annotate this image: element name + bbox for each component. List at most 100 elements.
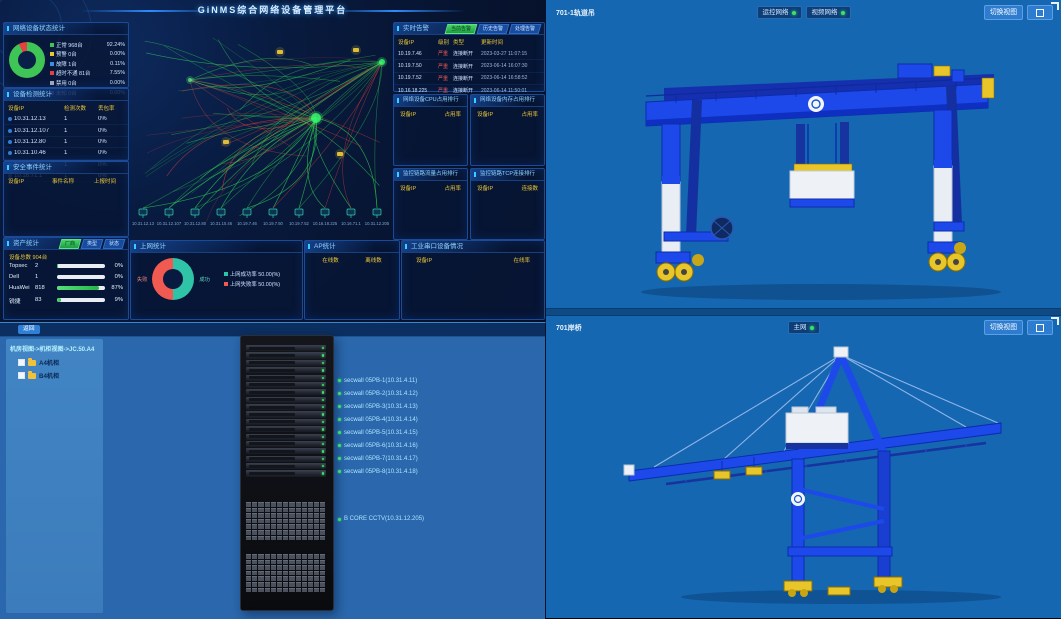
- patch-port: [302, 536, 307, 541]
- asset-row: HuaWei81887%: [4, 283, 128, 294]
- rack-unit[interactable]: [246, 448, 326, 454]
- alarm-tab[interactable]: 历史告警: [477, 24, 510, 34]
- device-status-donut-chart: [9, 42, 45, 78]
- unit-faceplate: [249, 398, 295, 401]
- asset-tab[interactable]: 类型: [81, 239, 104, 249]
- network-pill[interactable]: 运控网络: [757, 6, 802, 19]
- patch-port: [246, 508, 251, 513]
- patch-port: [283, 524, 288, 529]
- tree-item-cabinet[interactable]: A4机柜: [6, 356, 103, 369]
- asset-tab[interactable]: 状态: [103, 239, 126, 249]
- sts-crane-3d-model[interactable]: [546, 339, 1061, 618]
- svg-text:10.19.7.46: 10.19.7.46: [237, 221, 257, 226]
- patch-port: [283, 513, 288, 518]
- patch-port: [314, 565, 319, 570]
- network-pill[interactable]: 视频网络: [806, 6, 851, 19]
- rack-unit[interactable]: [246, 345, 326, 351]
- patch-port: [289, 524, 294, 529]
- patch-port: [271, 576, 276, 581]
- rack-unit[interactable]: [246, 463, 326, 469]
- back-button[interactable]: 返回: [18, 325, 40, 334]
- column-header: 设备IP: [477, 110, 493, 118]
- rack-unit[interactable]: [246, 352, 326, 358]
- rack-unit[interactable]: [246, 441, 326, 447]
- asset-tab[interactable]: 厂商: [59, 239, 82, 249]
- patch-port: [308, 508, 313, 513]
- tree-item-cabinet[interactable]: B4机柜: [6, 369, 103, 382]
- patch-port: [320, 502, 325, 507]
- patch-port: [265, 582, 270, 587]
- status-led-icon: [322, 391, 324, 393]
- rack-unit[interactable]: [246, 375, 326, 381]
- rack-unit[interactable]: [246, 456, 326, 462]
- server-rack[interactable]: [240, 335, 334, 611]
- rack-unit[interactable]: [246, 389, 326, 395]
- alarm-cell: 严重: [438, 63, 453, 70]
- server-label-text: secwall 05PB-5(10.31.4.15): [344, 430, 418, 436]
- rtg-crane-3d-model[interactable]: [546, 24, 1061, 308]
- status-led-icon: [322, 443, 324, 445]
- donut-left-label: 失败: [137, 276, 147, 283]
- alarm-tab[interactable]: 当前告警: [445, 24, 478, 34]
- network-pill[interactable]: 主网: [788, 321, 820, 334]
- expand-corner-icon[interactable]: [1051, 2, 1059, 10]
- patch-port: [314, 560, 319, 565]
- rack-unit[interactable]: [246, 360, 326, 366]
- alarm-tab[interactable]: 处理告警: [509, 24, 542, 34]
- tab-label: 历史告警: [483, 25, 503, 33]
- fullscreen-button[interactable]: [1027, 320, 1053, 335]
- patch-port: [277, 560, 282, 565]
- table-header: 设备IP在线率: [402, 253, 544, 267]
- rack-unit[interactable]: [246, 426, 326, 432]
- patch-port: [302, 565, 307, 570]
- device-dot-icon: [8, 129, 12, 133]
- rack-sidebar: 机房视图->机柜视图->JC.50.A4 A4机柜B4机柜: [6, 339, 103, 613]
- patch-port: [314, 571, 319, 576]
- switch-view-button[interactable]: 切换视图: [984, 5, 1023, 20]
- rack-unit[interactable]: [246, 434, 326, 440]
- bar-fill: [57, 286, 99, 290]
- legend-pct: 92.24%: [107, 42, 125, 48]
- rack-unit[interactable]: [246, 470, 326, 476]
- unit-faceplate: [249, 369, 295, 372]
- svg-text:10.31.10.46: 10.31.10.46: [210, 221, 233, 226]
- patch-port: [296, 513, 301, 518]
- rack-unit[interactable]: [246, 397, 326, 403]
- patch-port: [283, 536, 288, 541]
- asset-tabs: 厂商类型状态: [58, 239, 124, 249]
- rack-unit[interactable]: [246, 382, 326, 388]
- alarm-row: 10.19.7.50严重连接断开2023-06-14 16:07:30: [394, 60, 544, 72]
- patch-port: [271, 565, 276, 570]
- rack-unit[interactable]: [246, 411, 326, 417]
- expand-corner-icon[interactable]: [1051, 317, 1059, 325]
- rack-view: 返回 机房视图->机柜视图->JC.50.A4 A4机柜B4机柜 secwall…: [0, 322, 546, 619]
- table-header: 设备IP事件名称上报时间: [4, 174, 128, 187]
- network-topology-graph[interactable]: 10.31.12.1310.31.12.10710.31.12.8010.31.…: [130, 22, 391, 238]
- panel-rank: 网络设备内存占用排行设备IP占用率: [470, 94, 545, 166]
- legend-pct: 0.11%: [110, 61, 125, 67]
- patch-port: [314, 508, 319, 513]
- panel-ping-stats: 设备检测统计 设备IP检测次数丢包率 10.31.12.1310%10.31.1…: [3, 88, 129, 161]
- patch-port: [246, 565, 251, 570]
- svg-text:10.19.7.52: 10.19.7.52: [289, 221, 309, 226]
- patch-port: [258, 524, 263, 529]
- tab-label: 当前告警: [451, 25, 471, 33]
- patch-panel-grid: [246, 554, 326, 592]
- rack-unit[interactable]: [246, 367, 326, 373]
- patch-port: [265, 571, 270, 576]
- patch-port: [283, 565, 288, 570]
- switch-view-button[interactable]: 切换视图: [984, 320, 1023, 335]
- patch-port: [308, 536, 313, 541]
- patch-port: [320, 519, 325, 524]
- legend-label: 预警 0台: [56, 50, 77, 58]
- patch-port: [277, 571, 282, 576]
- rtg-crane-view: 701-1轨道吊 运控网络视频网络 切换视图: [546, 0, 1061, 309]
- patch-port: [308, 560, 313, 565]
- status-led-icon: [322, 413, 324, 415]
- fullscreen-button[interactable]: [1027, 5, 1053, 20]
- rack-unit[interactable]: [246, 404, 326, 410]
- panel-events: 安全事件统计 设备IP事件名称上报时间: [3, 161, 129, 237]
- rack-unit[interactable]: [246, 419, 326, 425]
- patch-port: [277, 588, 282, 593]
- patch-port: [320, 530, 325, 535]
